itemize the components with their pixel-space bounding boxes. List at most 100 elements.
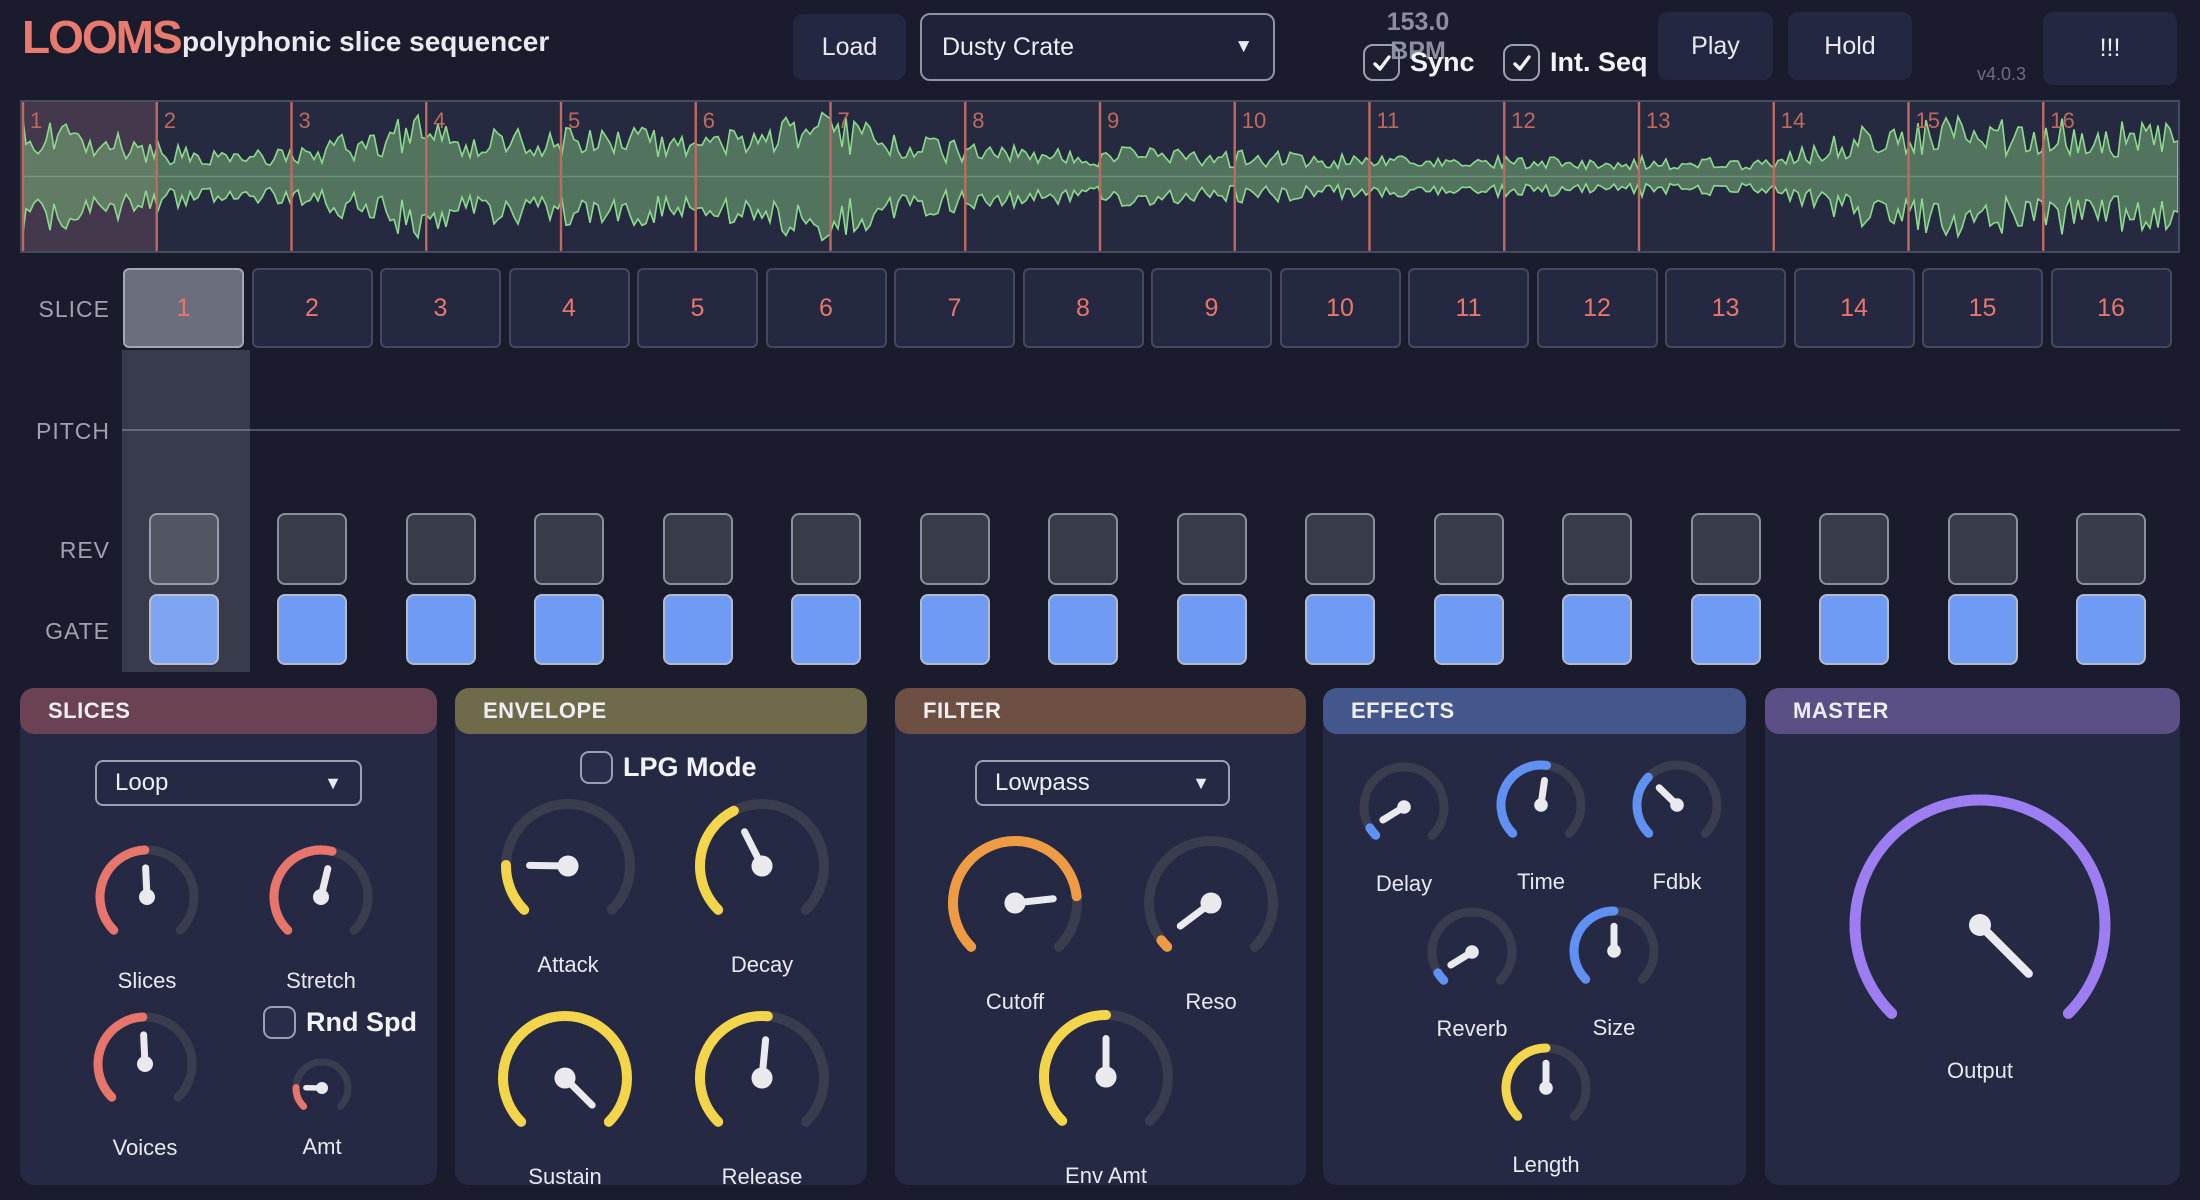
slice-mode-dropdown[interactable]: Loop ▼	[95, 760, 362, 806]
rev-step-12[interactable]	[1562, 513, 1632, 585]
knob-label-attack: Attack	[537, 952, 598, 978]
knob-length[interactable]	[1492, 1034, 1600, 1147]
slice-button-3[interactable]: 3	[380, 268, 501, 348]
gate-step-11[interactable]	[1434, 594, 1504, 665]
sync-label: Sync	[1410, 47, 1475, 78]
rev-step-11[interactable]	[1434, 513, 1504, 585]
slice-button-11[interactable]: 11	[1408, 268, 1529, 348]
gate-step-4[interactable]	[534, 594, 604, 665]
slice-button-5[interactable]: 5	[637, 268, 758, 348]
knob-release[interactable]	[685, 1001, 839, 1160]
slice-marker-number: 14	[1781, 108, 1805, 133]
slice-button-12[interactable]: 12	[1537, 268, 1658, 348]
lpg-mode-label: LPG Mode	[623, 752, 757, 783]
load-button[interactable]: Load	[793, 14, 906, 80]
slice-button-13[interactable]: 13	[1665, 268, 1786, 348]
gate-step-5[interactable]	[663, 594, 733, 665]
slice-button-8[interactable]: 8	[1023, 268, 1144, 348]
knob-size[interactable]	[1560, 897, 1668, 1010]
knob-output[interactable]	[1839, 784, 2121, 1071]
rev-step-1[interactable]	[149, 513, 219, 585]
rev-step-5[interactable]	[663, 513, 733, 585]
hold-button[interactable]: Hold	[1788, 12, 1912, 80]
knob-decay[interactable]	[685, 789, 839, 948]
rev-step-6[interactable]	[791, 513, 861, 585]
slice-button-15[interactable]: 15	[1922, 268, 2043, 348]
gate-step-10[interactable]	[1305, 594, 1375, 665]
knob-slices[interactable]	[86, 836, 208, 963]
rnd-spd-checkbox[interactable]	[263, 1006, 296, 1039]
gate-step-16[interactable]	[2076, 594, 2146, 665]
gate-step-14[interactable]	[1819, 594, 1889, 665]
knob-attack[interactable]	[491, 789, 645, 948]
intseq-toggle[interactable]: Int. Seq	[1503, 44, 1648, 81]
rev-step-8[interactable]	[1048, 513, 1118, 585]
preset-dropdown[interactable]: Dusty Crate ▼	[920, 13, 1275, 81]
slice-button-10[interactable]: 10	[1280, 268, 1401, 348]
slice-button-1[interactable]: 1	[123, 268, 244, 348]
row-label-gate: GATE	[18, 618, 110, 645]
sync-toggle[interactable]: Sync	[1363, 44, 1475, 81]
knob-label-envamt: Env Amt	[1065, 1163, 1147, 1189]
slice-button-14[interactable]: 14	[1794, 268, 1915, 348]
knob-reverb[interactable]	[1418, 898, 1526, 1011]
filter-panel-header: FILTER	[895, 688, 1306, 734]
gate-step-9[interactable]	[1177, 594, 1247, 665]
slice-button-6[interactable]: 6	[766, 268, 887, 348]
rev-step-3[interactable]	[406, 513, 476, 585]
intseq-checkbox[interactable]	[1503, 44, 1540, 81]
knob-voices[interactable]	[84, 1003, 206, 1130]
rev-step-4[interactable]	[534, 513, 604, 585]
knob-reso[interactable]	[1134, 826, 1288, 985]
rev-step-14[interactable]	[1819, 513, 1889, 585]
knob-envamt[interactable]	[1029, 1000, 1183, 1159]
plugin-window: LOOMS polyphonic slice sequencer Load Du…	[0, 0, 2200, 1200]
rev-step-7[interactable]	[920, 513, 990, 585]
rev-step-10[interactable]	[1305, 513, 1375, 585]
slice-button-7[interactable]: 7	[894, 268, 1015, 348]
gate-step-8[interactable]	[1048, 594, 1118, 665]
lpg-mode-toggle[interactable]: LPG Mode	[580, 751, 757, 784]
lpg-mode-checkbox[interactable]	[580, 751, 613, 784]
knob-cutoff[interactable]	[938, 826, 1092, 985]
filter-type-dropdown[interactable]: Lowpass ▼	[975, 760, 1230, 806]
knob-amt[interactable]	[284, 1050, 360, 1131]
pitch-zero-line[interactable]	[122, 429, 2180, 431]
gate-step-6[interactable]	[791, 594, 861, 665]
knob-label-delay: Delay	[1376, 871, 1432, 897]
slice-button-16[interactable]: 16	[2051, 268, 2172, 348]
sync-checkbox[interactable]	[1363, 44, 1400, 81]
gate-step-7[interactable]	[920, 594, 990, 665]
intseq-label: Int. Seq	[1550, 47, 1648, 78]
rev-step-16[interactable]	[2076, 513, 2146, 585]
slice-marker-number: 16	[2050, 108, 2074, 133]
slice-button-2[interactable]: 2	[252, 268, 373, 348]
knob-sustain[interactable]	[488, 1001, 642, 1160]
gate-step-12[interactable]	[1562, 594, 1632, 665]
slice-marker-number: 3	[299, 108, 311, 133]
rev-step-15[interactable]	[1948, 513, 2018, 585]
knob-fdbk[interactable]	[1623, 751, 1731, 864]
rnd-spd-toggle[interactable]: Rnd Spd	[263, 1006, 417, 1039]
knob-label-time: Time	[1517, 869, 1565, 895]
rev-step-2[interactable]	[277, 513, 347, 585]
knob-stretch[interactable]	[260, 836, 382, 963]
panic-button[interactable]: !!!	[2043, 12, 2177, 85]
play-button[interactable]: Play	[1658, 12, 1773, 80]
slice-mode-value: Loop	[115, 769, 168, 797]
gate-step-2[interactable]	[277, 594, 347, 665]
slice-marker-number: 2	[164, 108, 176, 133]
knob-time[interactable]	[1487, 751, 1595, 864]
gate-step-15[interactable]	[1948, 594, 2018, 665]
gate-step-3[interactable]	[406, 594, 476, 665]
slice-button-4[interactable]: 4	[509, 268, 630, 348]
rev-step-13[interactable]	[1691, 513, 1761, 585]
waveform-display[interactable]: 12345678910111213141516	[20, 100, 2180, 253]
rev-step-9[interactable]	[1177, 513, 1247, 585]
knob-label-release: Release	[722, 1164, 803, 1190]
hold-button-label: Hold	[1824, 32, 1875, 61]
slice-button-9[interactable]: 9	[1151, 268, 1272, 348]
gate-step-1[interactable]	[149, 594, 219, 665]
knob-delay[interactable]	[1350, 753, 1458, 866]
gate-step-13[interactable]	[1691, 594, 1761, 665]
